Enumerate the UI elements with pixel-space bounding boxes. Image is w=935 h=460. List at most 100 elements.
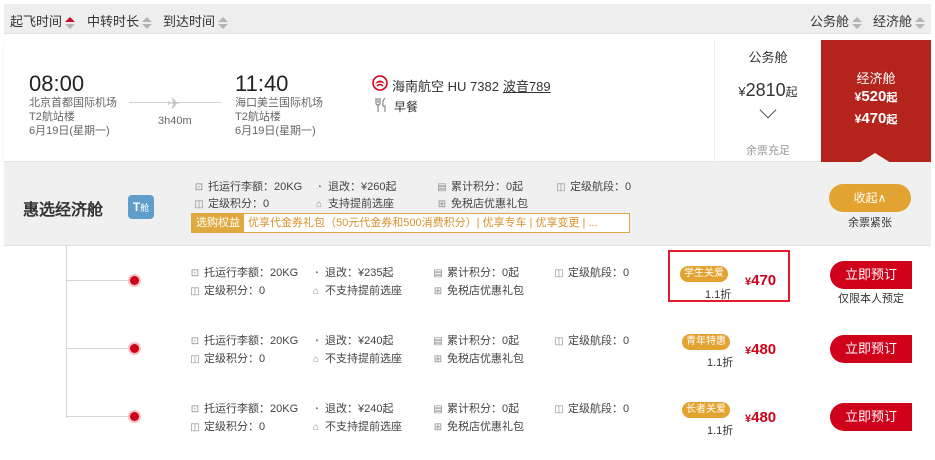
segment-icon: ◫ (554, 268, 564, 279)
book-now-button[interactable]: 立即预订 (830, 261, 912, 289)
refund-change-fee[interactable]: ◔ 退改：¥240起 (310, 400, 394, 416)
grade-points-icon: ◫ (190, 422, 200, 433)
grade-segment: ◫ 定级航段：0 (554, 267, 630, 279)
flight-duration: 3h40m (158, 115, 192, 127)
arrival-terminal: T2航站楼 (235, 111, 281, 123)
fare-price: ¥480 (745, 409, 777, 426)
tree-branch (66, 416, 134, 417)
refund-change-fee[interactable]: ◔ 退改：¥240起 (310, 332, 394, 348)
sort-transfer-duration[interactable]: 中转时长 (87, 11, 153, 30)
fare-dot (130, 276, 139, 285)
flight-row: 08:00 北京首都国际机场 T2航站楼 6月19日(星期一) ✈ 3h40m … (4, 40, 931, 163)
baggage-allowance: ⊡ 托运行李额：20KG (190, 335, 299, 347)
duty-free-pack: ⊞ 免税店优惠礼包 (437, 198, 528, 210)
economy-class-label: 经济舱 (856, 71, 896, 86)
seat-availability: 余票紧张 (848, 217, 892, 229)
seat-selection: ⌂ 不支持提前选座 (310, 418, 402, 434)
segment-icon: ◫ (556, 182, 566, 193)
seat-selection: ⌂ 不支持提前选座 (310, 282, 402, 298)
economy-class-column[interactable]: 经济舱 ¥520起 ¥470起 (821, 40, 931, 163)
grade-points: ◫ 定级积分：0 (190, 353, 266, 365)
refund-icon: ◔ (315, 182, 323, 193)
fare-dot (130, 344, 139, 353)
grade-points: ◫ 定级积分：0 (194, 198, 270, 210)
aircraft-type-link[interactable]: 波音789 (503, 79, 551, 94)
grade-points: ◫ 定级积分：0 (190, 421, 266, 433)
baggage-allowance: ⊡ 托运行李额：20KG (194, 181, 303, 193)
sort-desc-icon (65, 16, 76, 30)
luggage-icon: ⊡ (190, 268, 200, 279)
baggage-allowance: ⊡ 托运行李额：20KG (190, 403, 299, 415)
seat-icon: ⌂ (312, 286, 320, 297)
business-class-label: 公务舱 (748, 50, 788, 65)
seat-icon: ⌂ (315, 199, 323, 210)
seat-icon: ⌂ (312, 422, 320, 433)
arrival-time: 11:40 (235, 71, 289, 96)
fare-discount: 1.1折 (707, 357, 734, 369)
duty-free-pack: ⊞ 免税店优惠礼包 (433, 421, 524, 433)
grade-points-icon: ◫ (190, 354, 200, 365)
airline-info: 海南航空 HU 7382 波音789 (392, 79, 551, 94)
sort-icon (852, 16, 863, 30)
baggage-allowance: ⊡ 托运行李额：20KG (190, 267, 299, 279)
departure-date: 6月19日(星期一) (29, 125, 110, 137)
accumulated-points: ▤ 累计积分：0起 (433, 403, 520, 415)
purchase-perks-bar[interactable]: 选购权益 优享代金券礼包（50元代金券和500消费积分）| 优享专车 | 优享变更… (191, 213, 630, 233)
arrival-airport: 海口美兰国际机场 (235, 97, 323, 109)
sort-business-class[interactable]: 公务舱 (810, 11, 863, 30)
book-now-button[interactable]: 立即预订 (830, 335, 912, 363)
refund-change-fee[interactable]: ◔ 退改：¥235起 (310, 264, 394, 280)
fare-type-tag: 青年特惠 (682, 334, 730, 350)
sort-icon (142, 16, 153, 30)
seat-selection: ⌂ 不支持提前选座 (310, 350, 402, 366)
luggage-icon: ⊡ (190, 336, 200, 347)
hainan-airlines-logo-icon (372, 75, 388, 91)
grade-segment: ◫ 定级航段：0 (554, 403, 630, 415)
fare-discount: 1.1折 (707, 425, 734, 437)
accumulated-points: ▤ 累计积分：0起 (433, 267, 520, 279)
departure-terminal: T2航站楼 (29, 111, 75, 123)
refund-change-fee[interactable]: ◔ 退改：¥260起 (313, 178, 397, 194)
duty-free-pack: ⊞ 免税店优惠礼包 (433, 353, 524, 365)
departure-time: 08:00 (29, 71, 85, 96)
meal-icon (375, 97, 386, 112)
grade-segment: ◫ 定级航段：0 (554, 335, 630, 347)
sort-departure-time[interactable]: 起飞时间 (10, 11, 76, 30)
tree-branch (66, 280, 134, 281)
sort-icon (915, 16, 926, 30)
meal-info: 早餐 (394, 100, 419, 114)
luggage-icon: ⊡ (190, 404, 200, 415)
accumulated-points: ▤ 累计积分：0起 (437, 181, 524, 193)
grade-points-icon: ◫ (194, 199, 204, 210)
segment-icon: ◫ (554, 404, 564, 415)
points-icon: ▤ (437, 182, 447, 193)
book-now-button[interactable]: 立即预订 (830, 403, 912, 431)
economy-price-lowest: ¥470起 (854, 110, 898, 127)
business-seat-status: 余票充足 (746, 145, 790, 157)
plane-icon: ✈ (167, 96, 181, 113)
refund-icon: ◔ (312, 268, 320, 279)
fare-row: ⊡ 托运行李额：20KG ◔ 退改：¥240起 ▤ 累计积分：0起 ◫ 定级航段：0 ◫… (4, 314, 931, 384)
grade-segment: ◫ 定级航段：0 (556, 181, 632, 193)
fare-price: ¥480 (745, 341, 777, 358)
fare-row: ⊡ 托运行李额：20KG ◔ 退改：¥235起 ▤ 累计积分：0起 ◫ 定级航段：0 ◫… (4, 246, 931, 316)
chevron-down-icon[interactable] (759, 101, 777, 119)
departure-airport: 北京首都国际机场 (29, 97, 117, 109)
business-class-column[interactable]: 公务舱 ¥2810起 余票充足 (714, 40, 821, 162)
perk-tag: 选购权益 (192, 214, 244, 232)
sort-economy-class[interactable]: 经济舱 (873, 11, 926, 30)
cabin-title: 惠选经济舱 (23, 202, 104, 219)
grade-points-icon: ◫ (190, 286, 200, 297)
luggage-icon: ⊡ (194, 182, 204, 193)
sort-arrival-time[interactable]: 到达时间 (163, 11, 229, 30)
points-icon: ▤ (433, 336, 443, 347)
seat-icon: ⌂ (312, 354, 320, 365)
grade-points: ◫ 定级积分：0 (190, 285, 266, 297)
refund-icon: ◔ (312, 336, 320, 347)
collapse-button[interactable]: 收起∧ (829, 184, 911, 212)
fare-dot (130, 412, 139, 421)
gift-icon: ⊞ (433, 354, 443, 365)
booking-restriction: 仅限本人预定 (838, 293, 904, 305)
refund-icon: ◔ (312, 404, 320, 415)
tree-branch (66, 348, 134, 349)
